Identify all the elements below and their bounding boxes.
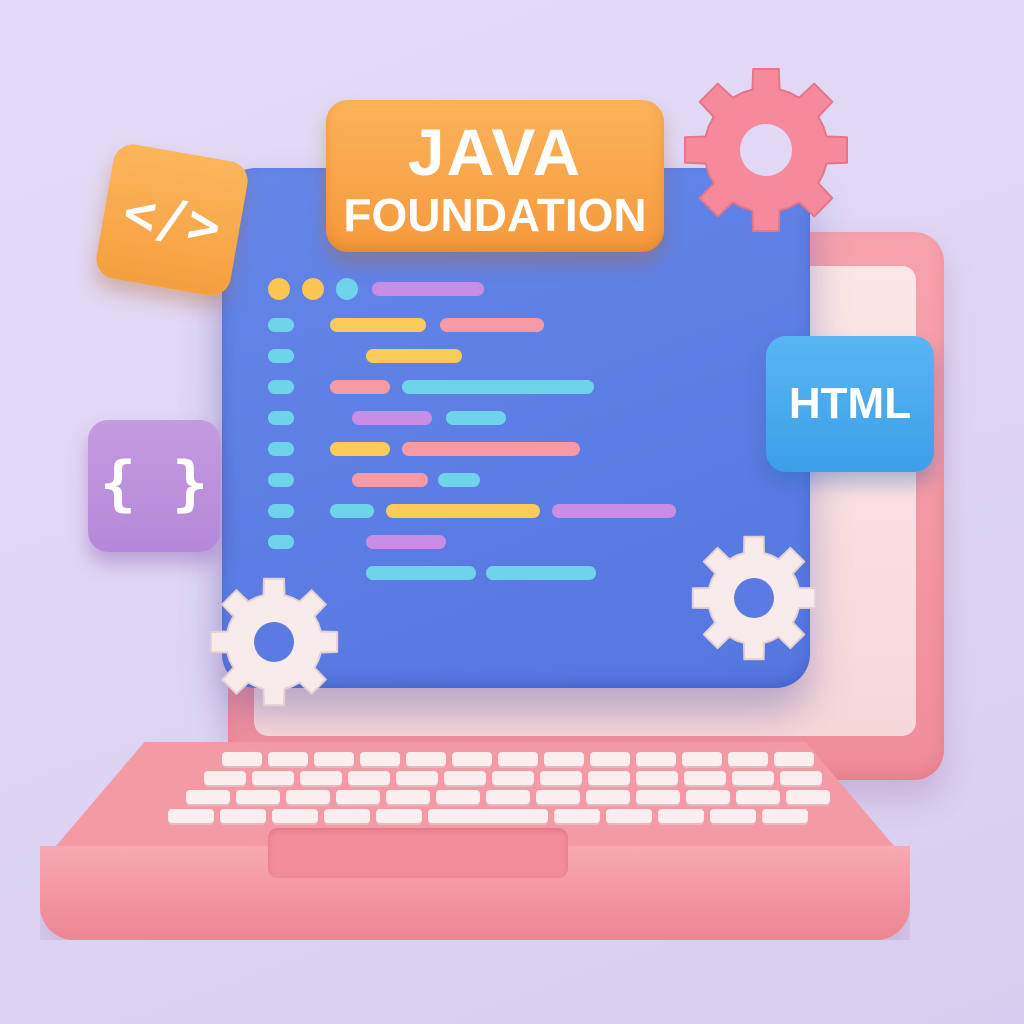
keyboard-key	[348, 771, 390, 785]
keyboard-key	[268, 752, 308, 766]
window-dot-yellow	[302, 278, 324, 300]
trackpad	[268, 828, 568, 878]
keyboard-key	[222, 752, 262, 766]
curly-braces-icon: { }	[88, 420, 220, 552]
window-dot-yellow	[268, 278, 290, 300]
code-line	[438, 473, 480, 487]
keyboard-key	[780, 771, 822, 785]
code-line	[352, 411, 432, 425]
keyboard-key	[586, 790, 630, 804]
line-number-marker	[268, 442, 294, 456]
badge-title: JAVA	[407, 115, 583, 189]
keyboard-key	[540, 771, 582, 785]
gear-icon	[691, 535, 817, 661]
keyboard-key	[710, 809, 756, 823]
window-dot-cyan	[336, 278, 358, 300]
keyboard-key	[236, 790, 280, 804]
keyboard-key	[300, 771, 342, 785]
keyboard-row	[186, 790, 830, 804]
keyboard-key	[536, 790, 580, 804]
keyboard-key	[314, 752, 354, 766]
keyboard-key	[636, 790, 680, 804]
keyboard-key	[762, 809, 808, 823]
code-line	[366, 535, 446, 549]
gear-icon	[684, 68, 848, 232]
line-number-marker	[268, 473, 294, 487]
line-number-marker	[268, 535, 294, 549]
keyboard-key	[728, 752, 768, 766]
keyboard-key	[606, 809, 652, 823]
keyboard-key	[590, 752, 630, 766]
code-line	[486, 566, 596, 580]
keyboard-key	[486, 790, 530, 804]
keyboard-key	[588, 771, 630, 785]
line-number-marker	[268, 504, 294, 518]
keyboard-key	[492, 771, 534, 785]
line-number-marker	[268, 380, 294, 394]
keyboard-key	[396, 771, 438, 785]
keyboard-key	[220, 809, 266, 823]
code-line	[330, 318, 426, 332]
code-line	[330, 442, 390, 456]
keyboard-key	[732, 771, 774, 785]
code-tag-icon: </>	[93, 141, 251, 299]
keyboard-key	[324, 809, 370, 823]
line-number-marker	[268, 411, 294, 425]
keyboard-key	[252, 771, 294, 785]
gear-icon	[209, 577, 339, 707]
code-line	[330, 504, 374, 518]
badge-subtitle: FOUNDATION	[343, 189, 647, 241]
code-line	[402, 442, 580, 456]
keyboard-key	[736, 790, 780, 804]
code-line	[440, 318, 544, 332]
keyboard-key	[272, 809, 318, 823]
keyboard-key	[544, 752, 584, 766]
keyboard-key	[360, 752, 400, 766]
keyboard-key	[636, 752, 676, 766]
code-line	[372, 282, 484, 296]
code-line	[366, 566, 476, 580]
keyboard-key	[386, 790, 430, 804]
keyboard-key	[406, 752, 446, 766]
keyboard-row	[222, 752, 814, 766]
keyboard-key	[498, 752, 538, 766]
code-line	[446, 411, 506, 425]
line-number-marker	[268, 318, 294, 332]
code-line	[352, 473, 428, 487]
keyboard-key	[786, 790, 830, 804]
keyboard-row	[204, 771, 822, 785]
keyboard-key	[686, 790, 730, 804]
code-line	[330, 380, 390, 394]
code-line	[552, 504, 676, 518]
keyboard-key	[428, 809, 548, 823]
code-line	[386, 504, 540, 518]
keyboard-key	[336, 790, 380, 804]
keyboard-key	[452, 752, 492, 766]
code-line	[366, 349, 462, 363]
keyboard-key	[554, 809, 600, 823]
keyboard-key	[636, 771, 678, 785]
keyboard-key	[376, 809, 422, 823]
keyboard-key	[658, 809, 704, 823]
html-badge: HTML	[766, 336, 934, 472]
keyboard-key	[684, 771, 726, 785]
java-foundation-badge: JAVA FOUNDATION	[326, 100, 664, 252]
keyboard-key	[286, 790, 330, 804]
keyboard-key	[168, 809, 214, 823]
line-number-marker	[268, 349, 294, 363]
keyboard-key	[682, 752, 722, 766]
keyboard-key	[204, 771, 246, 785]
keyboard-key	[774, 752, 814, 766]
keyboard-key	[186, 790, 230, 804]
keyboard-row	[168, 809, 808, 823]
code-line	[402, 380, 594, 394]
keyboard-key	[436, 790, 480, 804]
keyboard-key	[444, 771, 486, 785]
